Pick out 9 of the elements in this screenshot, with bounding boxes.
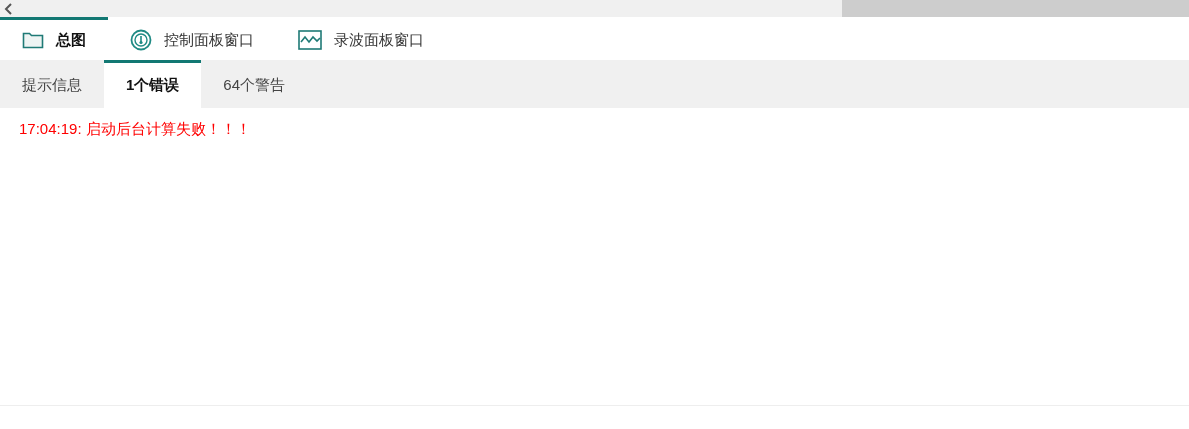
chevron-left-icon	[3, 2, 14, 15]
folder-icon	[22, 31, 44, 49]
waveform-icon	[298, 30, 322, 50]
scrollbar-thumb[interactable]	[842, 0, 1189, 17]
error-message: 17:04:19: 启动后台计算失败！！！	[19, 119, 252, 139]
message-tab[interactable]: 1个错误	[104, 60, 202, 108]
gauge-icon	[130, 29, 152, 51]
message-tab[interactable]: 提示信息	[0, 60, 104, 108]
message-tab[interactable]: 64个警告	[201, 60, 308, 108]
